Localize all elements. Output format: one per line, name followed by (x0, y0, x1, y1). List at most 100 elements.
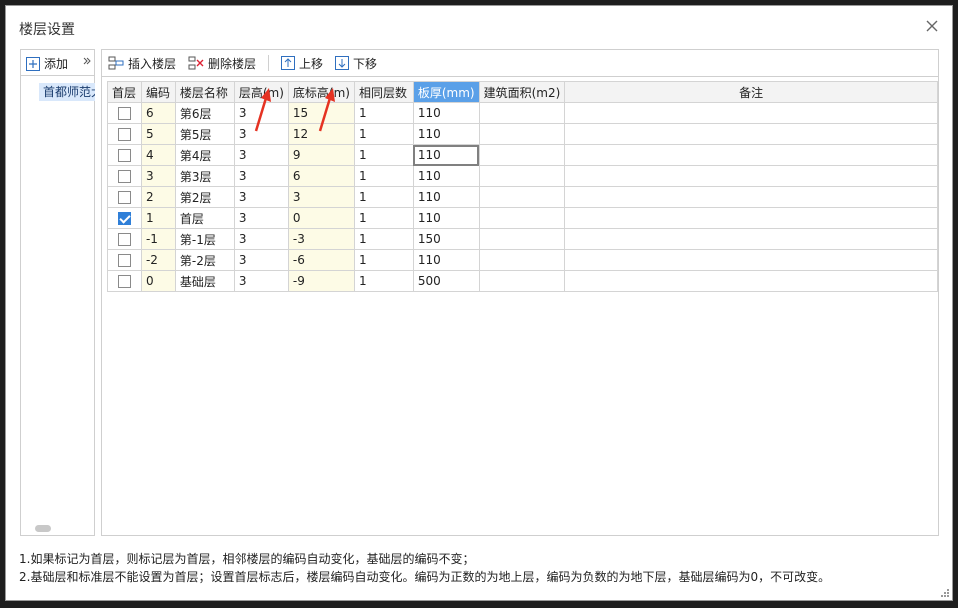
cell-floor-name[interactable]: 第5层 (174, 123, 235, 145)
cell-notes[interactable] (564, 270, 938, 292)
cell-floor-height[interactable]: 3 (233, 144, 289, 166)
cell-floor-name[interactable]: 第2层 (174, 186, 235, 208)
cell-first-floor[interactable] (107, 207, 142, 229)
insert-floor-button[interactable]: 插入楼层 (108, 55, 176, 72)
cell-slab-thickness[interactable]: 110 (412, 123, 480, 145)
cell-slab-thickness[interactable]: 110 (412, 249, 480, 271)
tree-item-project[interactable]: 首都师范大 (39, 83, 95, 101)
table-row[interactable]: -2 第-2层 3 -6 1 110 (107, 249, 938, 271)
cell-bottom-elevation[interactable]: 6 (287, 165, 355, 187)
cell-notes[interactable] (564, 186, 938, 208)
cell-bottom-elevation[interactable]: 9 (287, 144, 355, 166)
cell-notes[interactable] (564, 207, 938, 229)
cell-code[interactable]: -1 (140, 228, 176, 250)
first-floor-checkbox[interactable] (117, 254, 131, 267)
first-floor-checkbox[interactable] (117, 149, 131, 162)
cell-bottom-elevation[interactable]: 3 (287, 186, 355, 208)
table-row[interactable]: -1 第-1层 3 -3 1 150 (107, 228, 938, 250)
add-button[interactable]: 添加 (26, 55, 68, 72)
cell-slab-thickness[interactable]: 110 (412, 144, 480, 166)
cell-first-floor[interactable] (107, 123, 142, 145)
cell-first-floor[interactable] (107, 186, 142, 208)
cell-floor-name[interactable]: 第6层 (174, 102, 235, 124)
cell-building-area[interactable] (478, 165, 566, 187)
cell-floor-height[interactable]: 3 (233, 186, 289, 208)
cell-building-area[interactable] (478, 228, 566, 250)
cell-floor-height[interactable]: 3 (233, 165, 289, 187)
cell-floor-name[interactable]: 首层 (174, 207, 235, 229)
cell-floor-height[interactable]: 3 (233, 228, 289, 250)
cell-same-floors[interactable]: 1 (353, 102, 414, 124)
cell-same-floors[interactable]: 1 (353, 186, 414, 208)
cell-bottom-elevation[interactable]: 0 (287, 207, 355, 229)
cell-code[interactable]: -2 (140, 249, 176, 271)
table-row[interactable]: 6 第6层 3 15 1 110 (107, 102, 938, 124)
cell-first-floor[interactable] (107, 144, 142, 166)
cell-bottom-elevation[interactable]: -3 (287, 228, 355, 250)
cell-first-floor[interactable] (107, 270, 142, 292)
first-floor-checkbox[interactable] (117, 170, 131, 183)
cell-first-floor[interactable] (107, 102, 142, 124)
cell-same-floors[interactable]: 1 (353, 144, 414, 166)
table-row[interactable]: 4 第4层 3 9 1 110 (107, 144, 938, 166)
resize-grip-icon[interactable] (941, 589, 949, 597)
cell-building-area[interactable] (478, 270, 566, 292)
cell-same-floors[interactable]: 1 (353, 165, 414, 187)
cell-notes[interactable] (564, 228, 938, 250)
cell-notes[interactable] (564, 102, 938, 124)
table-row[interactable]: 2 第2层 3 3 1 110 (107, 186, 938, 208)
header-building-area[interactable]: 建筑面积(m2) (478, 81, 566, 103)
first-floor-checkbox[interactable] (117, 212, 131, 225)
cell-notes[interactable] (564, 249, 938, 271)
double-chevron-right-icon[interactable] (83, 57, 91, 65)
cell-building-area[interactable] (478, 102, 566, 124)
cell-code[interactable]: 3 (140, 165, 176, 187)
cell-notes[interactable] (564, 165, 938, 187)
cell-building-area[interactable] (478, 186, 566, 208)
header-code[interactable]: 编码 (140, 81, 176, 103)
cell-first-floor[interactable] (107, 249, 142, 271)
header-same-floors[interactable]: 相同层数 (353, 81, 414, 103)
first-floor-checkbox[interactable] (117, 191, 131, 204)
cell-building-area[interactable] (478, 144, 566, 166)
cell-same-floors[interactable]: 1 (353, 207, 414, 229)
cell-first-floor[interactable] (107, 228, 142, 250)
header-slab-thickness[interactable]: 板厚(mm) (412, 81, 480, 103)
cell-floor-height[interactable]: 3 (233, 249, 289, 271)
cell-code[interactable]: 0 (140, 270, 176, 292)
cell-building-area[interactable] (478, 207, 566, 229)
cell-code[interactable]: 4 (140, 144, 176, 166)
cell-slab-thickness[interactable]: 110 (412, 186, 480, 208)
cell-same-floors[interactable]: 1 (353, 123, 414, 145)
cell-code[interactable]: 6 (140, 102, 176, 124)
cell-floor-height[interactable]: 3 (233, 270, 289, 292)
cell-code[interactable]: 5 (140, 123, 176, 145)
header-notes[interactable]: 备注 (564, 81, 938, 103)
cell-floor-name[interactable]: 第-2层 (174, 249, 235, 271)
header-floor-name[interactable]: 楼层名称 (174, 81, 235, 103)
cell-notes[interactable] (564, 144, 938, 166)
table-row[interactable]: 0 基础层 3 -9 1 500 (107, 270, 938, 292)
cell-bottom-elevation[interactable]: -9 (287, 270, 355, 292)
cell-floor-height[interactable]: 3 (233, 207, 289, 229)
cell-building-area[interactable] (478, 123, 566, 145)
cell-slab-thickness[interactable]: 110 (412, 102, 480, 124)
cell-floor-name[interactable]: 第4层 (174, 144, 235, 166)
cell-first-floor[interactable] (107, 165, 142, 187)
cell-same-floors[interactable]: 1 (353, 228, 414, 250)
cell-slab-thickness[interactable]: 110 (412, 207, 480, 229)
cell-code[interactable]: 2 (140, 186, 176, 208)
move-down-button[interactable]: 下移 (335, 55, 377, 72)
horizontal-scrollbar[interactable] (35, 525, 51, 532)
cell-slab-thickness[interactable]: 500 (412, 270, 480, 292)
cell-floor-name[interactable]: 基础层 (174, 270, 235, 292)
cell-notes[interactable] (564, 123, 938, 145)
close-icon[interactable] (924, 18, 940, 34)
first-floor-checkbox[interactable] (117, 275, 131, 288)
first-floor-checkbox[interactable] (117, 128, 131, 141)
cell-building-area[interactable] (478, 249, 566, 271)
first-floor-checkbox[interactable] (117, 233, 131, 246)
delete-floor-button[interactable]: 删除楼层 (188, 55, 256, 72)
cell-slab-thickness[interactable]: 150 (412, 228, 480, 250)
header-first-floor[interactable]: 首层 (107, 81, 142, 103)
